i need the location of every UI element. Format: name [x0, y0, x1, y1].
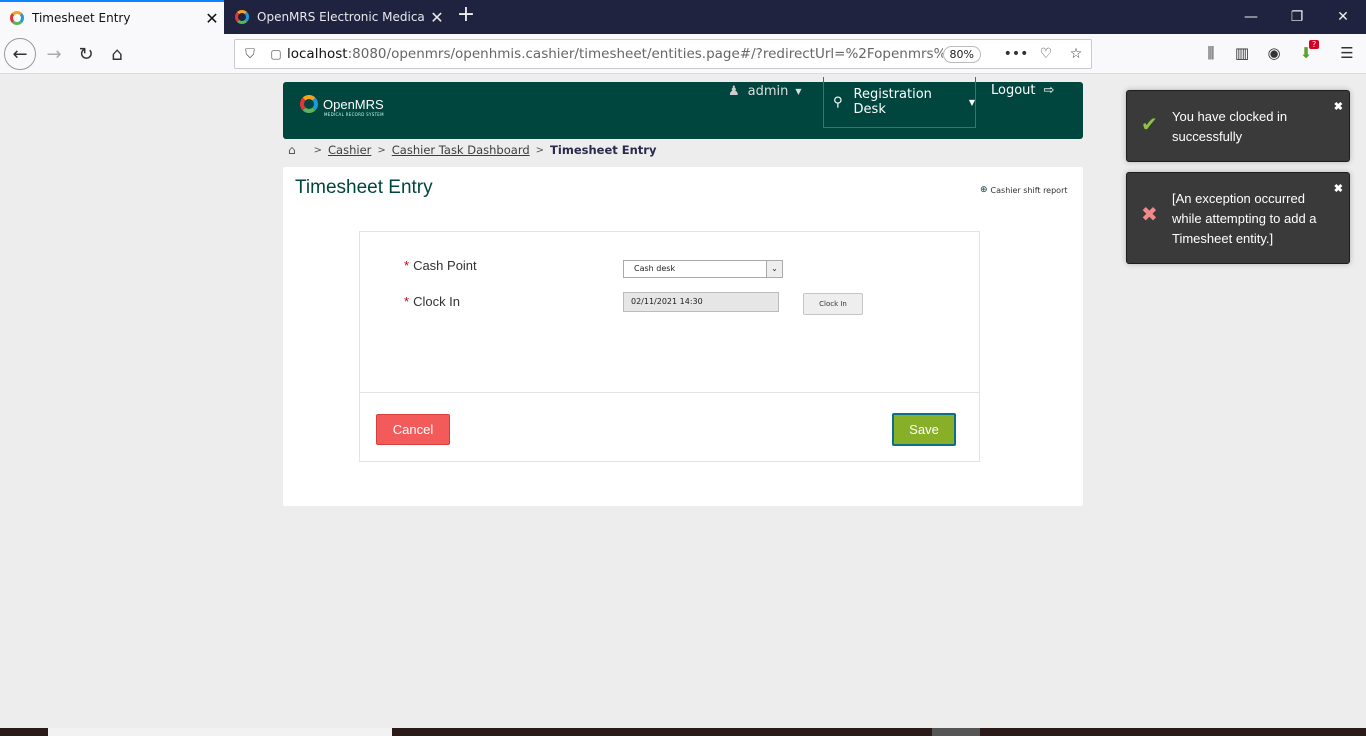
taskbar-search-box[interactable]	[48, 728, 392, 736]
toast-success: ✔ You have clocked in successfully ✖	[1126, 90, 1350, 162]
openmrs-favicon-icon	[10, 11, 24, 25]
user-icon: ♟	[728, 84, 740, 99]
error-x-icon: ✖	[1141, 204, 1158, 226]
close-tab-icon[interactable]: ✕	[200, 9, 224, 28]
toast-error: ✖ [An exception occurred while attemptin…	[1126, 172, 1350, 264]
chevron-down-icon[interactable]: ⌄	[766, 261, 782, 277]
divider	[360, 392, 979, 393]
checkmark-icon: ✔	[1141, 114, 1158, 136]
bookmark-star-icon[interactable]: ☆	[1061, 46, 1091, 62]
user-menu[interactable]: ♟ admin ▼	[728, 84, 802, 99]
openmrs-logo[interactable]: OpenMRS MEDICAL RECORD SYSTEM	[300, 95, 384, 117]
forward-arrow-icon[interactable]: →	[38, 38, 70, 70]
required-marker: *	[404, 294, 410, 309]
app-header: OpenMRS MEDICAL RECORD SYSTEM ♟ admin ▼ …	[283, 77, 1083, 139]
cash-point-label: * Cash Point	[404, 258, 477, 273]
os-taskbar	[0, 728, 1366, 736]
close-icon[interactable]: ✖	[1334, 179, 1343, 199]
page-title: Timesheet Entry	[295, 177, 433, 198]
close-window-icon[interactable]: ✕	[1320, 0, 1366, 34]
breadcrumb-current: Timesheet Entry	[550, 143, 657, 157]
chevron-right-icon: >	[535, 144, 545, 156]
address-bar[interactable]: ⛉ ▢ localhost:8080/openmrs/openhmis.cash…	[234, 39, 1092, 69]
sign-out-icon: ⇨	[1043, 83, 1055, 98]
chevron-right-icon: >	[313, 144, 323, 156]
map-marker-icon: ⚲	[833, 94, 843, 110]
url-text[interactable]: localhost:8080/openmrs/openhmis.cashier/…	[287, 46, 943, 62]
notification-badge: ?	[1309, 40, 1320, 49]
close-tab-icon[interactable]: ✕	[425, 8, 449, 27]
tab-title: OpenMRS Electronic Medical R	[257, 10, 425, 24]
logout-label: Logout	[991, 83, 1036, 98]
clock-in-label: * Clock In	[404, 294, 461, 309]
shield-icon[interactable]: ⛉	[235, 47, 265, 62]
toast-message: You have clocked in successfully	[1172, 109, 1288, 144]
clock-in-field[interactable]: 02/11/2021 14:30	[623, 292, 779, 312]
plus-circle-icon: ⊕	[980, 185, 988, 195]
logo-name: OpenMRS	[323, 96, 384, 112]
restore-icon[interactable]: ❐	[1274, 0, 1320, 34]
more-actions-icon[interactable]: •••	[1001, 46, 1031, 62]
page-info-icon[interactable]: ▢	[265, 47, 287, 61]
location-selector[interactable]: ⚲ Registration Desk ▼	[823, 77, 976, 128]
back-arrow-icon[interactable]: ←	[4, 38, 36, 70]
cashier-shift-report-link[interactable]: ⊕ Cashier shift report	[980, 185, 1068, 195]
home-breadcrumb-icon[interactable]: ⌂	[288, 143, 296, 157]
required-marker: *	[404, 258, 410, 273]
browser-tab-openmrs[interactable]: OpenMRS Electronic Medical R ✕	[225, 0, 449, 34]
new-tab-button[interactable]: +	[454, 4, 478, 28]
minimize-icon[interactable]: —	[1228, 0, 1274, 34]
library-icon[interactable]: ⫼	[1198, 44, 1224, 64]
cash-point-value: Cash desk	[634, 264, 676, 273]
report-link-label: Cashier shift report	[990, 185, 1068, 195]
username: admin	[747, 84, 789, 99]
logout-link[interactable]: Logout ⇨	[991, 83, 1054, 98]
browser-tab-bar: Timesheet Entry ✕ OpenMRS Electronic Med…	[0, 0, 1366, 34]
browser-tab-timesheet[interactable]: Timesheet Entry ✕	[0, 0, 224, 34]
close-icon[interactable]: ✖	[1334, 97, 1343, 117]
save-button[interactable]: Save	[892, 413, 956, 446]
zoom-level[interactable]: 80%	[942, 45, 981, 63]
breadcrumb: ⌂ > Cashier > Cashier Task Dashboard > T…	[288, 142, 656, 158]
cancel-button[interactable]: Cancel	[376, 414, 450, 445]
timesheet-form: * Cash Point Cash desk ⌄ * Clock In 02/11/…	[359, 231, 980, 462]
account-icon[interactable]: ◉	[1261, 44, 1287, 64]
cash-point-select[interactable]: Cash desk ⌄	[623, 260, 783, 278]
taskbar-app-button[interactable]	[932, 728, 980, 736]
sidebar-icon[interactable]: ▥	[1229, 44, 1255, 64]
breadcrumb-cashier[interactable]: Cashier	[328, 143, 371, 157]
openmrs-favicon-icon	[235, 10, 249, 24]
caret-down-icon: ▼	[968, 97, 975, 107]
logo-subtitle: MEDICAL RECORD SYSTEM	[324, 112, 384, 117]
reload-icon[interactable]: ↻	[70, 38, 102, 70]
home-icon[interactable]: ⌂	[101, 38, 133, 70]
toast-message: [An exception occurred while attempting …	[1172, 191, 1317, 246]
breadcrumb-cashier-task-dashboard[interactable]: Cashier Task Dashboard	[392, 143, 530, 157]
menu-icon[interactable]: ☰	[1334, 44, 1360, 64]
tab-title: Timesheet Entry	[32, 11, 131, 25]
openmrs-logo-icon	[300, 95, 318, 113]
browser-nav-bar: ← → ↻ ⌂ ⛉ ▢ localhost:8080/openmrs/openh…	[0, 34, 1366, 74]
chevron-right-icon: >	[377, 144, 386, 156]
clock-in-button[interactable]: Clock In	[803, 293, 863, 315]
pocket-icon[interactable]: ♡	[1031, 46, 1061, 62]
main-content: Timesheet Entry ⊕ Cashier shift report *…	[283, 167, 1083, 506]
caret-down-icon: ▼	[795, 87, 802, 96]
location-name: Registration Desk	[853, 87, 932, 117]
